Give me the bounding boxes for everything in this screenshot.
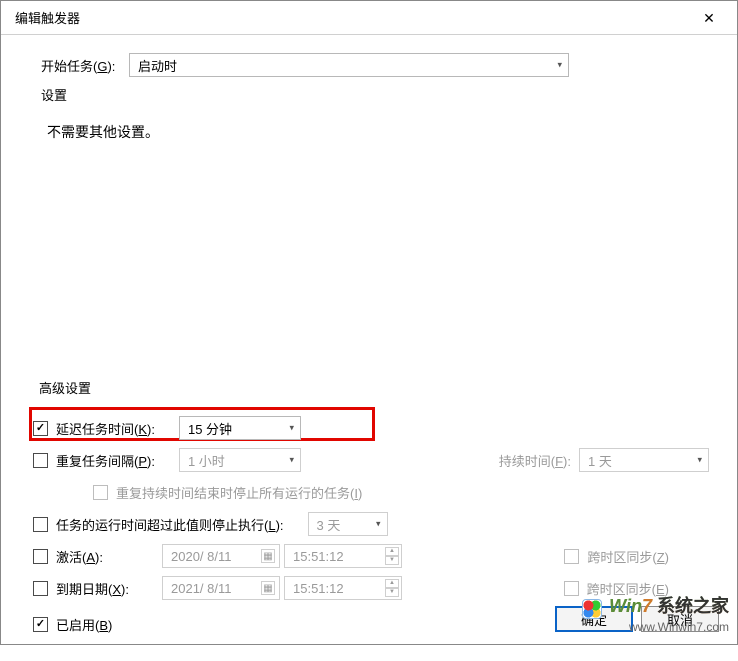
delay-select[interactable]: 15 分钟 ▾ [179,416,301,440]
delay-label: 延迟任务时间(K): [56,419,155,438]
enabled-checkbox[interactable] [33,617,48,632]
expire-date-input: 2021/ 8/11 ▦ [162,576,280,600]
settings-group-label: 设置 [41,85,721,104]
expire-date-value: 2021/ 8/11 [171,581,231,596]
repeat-stop-checkbox [93,485,108,500]
expire-time-input: 15:51:12 ▲▼ [284,576,402,600]
repeat-stop-label: 重复持续时间结束时停止所有运行的任务(I) [116,483,362,502]
expire-label: 到期日期(X): [56,579,154,598]
titlebar: 编辑触发器 ✕ [1,1,737,35]
calendar-icon: ▦ [261,581,275,595]
cancel-button[interactable]: 取消 [641,606,719,632]
start-task-label: 开始任务(G): [21,56,129,75]
activate-row: 激活(A): 2020/ 8/11 ▦ 15:51:12 ▲▼ 跨时区同步(Z) [33,541,709,571]
repeat-row: 重复任务间隔(P): 1 小时 ▾ 持续时间(F): 1 天 ▾ [33,445,709,475]
expire-checkbox[interactable] [33,581,48,596]
chevron-down-icon: ▾ [376,519,381,530]
repeat-interval-select: 1 小时 ▾ [179,448,301,472]
stop-after-label: 任务的运行时间超过此值则停止执行(L): [56,515,284,534]
stop-after-select: 3 天 ▾ [308,512,388,536]
repeat-interval-value: 1 小时 [188,451,225,470]
activate-date-input: 2020/ 8/11 ▦ [162,544,280,568]
close-icon[interactable]: ✕ [689,1,729,35]
stop-after-value: 3 天 [317,515,341,534]
stop-after-row: 任务的运行时间超过此值则停止执行(L): 3 天 ▾ [33,509,709,539]
expire-sync: 跨时区同步(E) [564,579,669,598]
chevron-down-icon: ▾ [289,455,294,466]
activate-sync-label: 跨时区同步(Z) [587,547,669,566]
activate-sync: 跨时区同步(Z) [564,547,669,566]
settings-message: 不需要其他设置。 [47,122,709,142]
window-title: 编辑触发器 [15,8,689,27]
enabled-label: 已启用(B) [56,615,112,634]
spinner-icon: ▲▼ [385,547,399,565]
dialog-buttons: 确定 取消 [555,606,719,632]
repeat-duration-value: 1 天 [588,451,612,470]
expire-row: 到期日期(X): 2021/ 8/11 ▦ 15:51:12 ▲▼ 跨时区同步(… [33,573,709,603]
repeat-duration-select: 1 天 ▾ [579,448,709,472]
advanced-group-label: 高级设置 [39,378,721,397]
expire-sync-checkbox [564,581,579,596]
activate-checkbox[interactable] [33,549,48,564]
chevron-down-icon: ▾ [557,60,562,71]
repeat-duration-label: 持续时间(F): [499,451,571,470]
start-task-value: 启动时 [138,56,177,75]
activate-date-value: 2020/ 8/11 [171,549,231,564]
chevron-down-icon: ▾ [289,423,294,434]
delay-value: 15 分钟 [188,419,232,438]
repeat-checkbox[interactable] [33,453,48,468]
delay-checkbox[interactable] [33,421,48,436]
activate-sync-checkbox [564,549,579,564]
content-area: 开始任务(G): 启动时 ▾ 设置 不需要其他设置。 高级设置 延迟任务时间(K… [1,35,737,661]
expire-sync-label: 跨时区同步(E) [587,579,669,598]
repeat-label: 重复任务间隔(P): [56,451,155,470]
calendar-icon: ▦ [261,549,275,563]
chevron-down-icon: ▾ [697,455,702,466]
expire-time-value: 15:51:12 [293,581,344,596]
repeat-stop-row: 重复持续时间结束时停止所有运行的任务(I) [93,477,709,507]
activate-time-value: 15:51:12 [293,549,344,564]
ok-button[interactable]: 确定 [555,606,633,632]
stop-after-checkbox[interactable] [33,517,48,532]
activate-time-input: 15:51:12 ▲▼ [284,544,402,568]
delay-row: 延迟任务时间(K): 15 分钟 ▾ [33,413,709,443]
settings-group: 不需要其他设置。 [23,108,719,278]
start-task-row: 开始任务(G): 启动时 ▾ [21,53,721,77]
start-task-select[interactable]: 启动时 ▾ [129,53,569,77]
spinner-icon: ▲▼ [385,579,399,597]
activate-label: 激活(A): [56,547,154,566]
